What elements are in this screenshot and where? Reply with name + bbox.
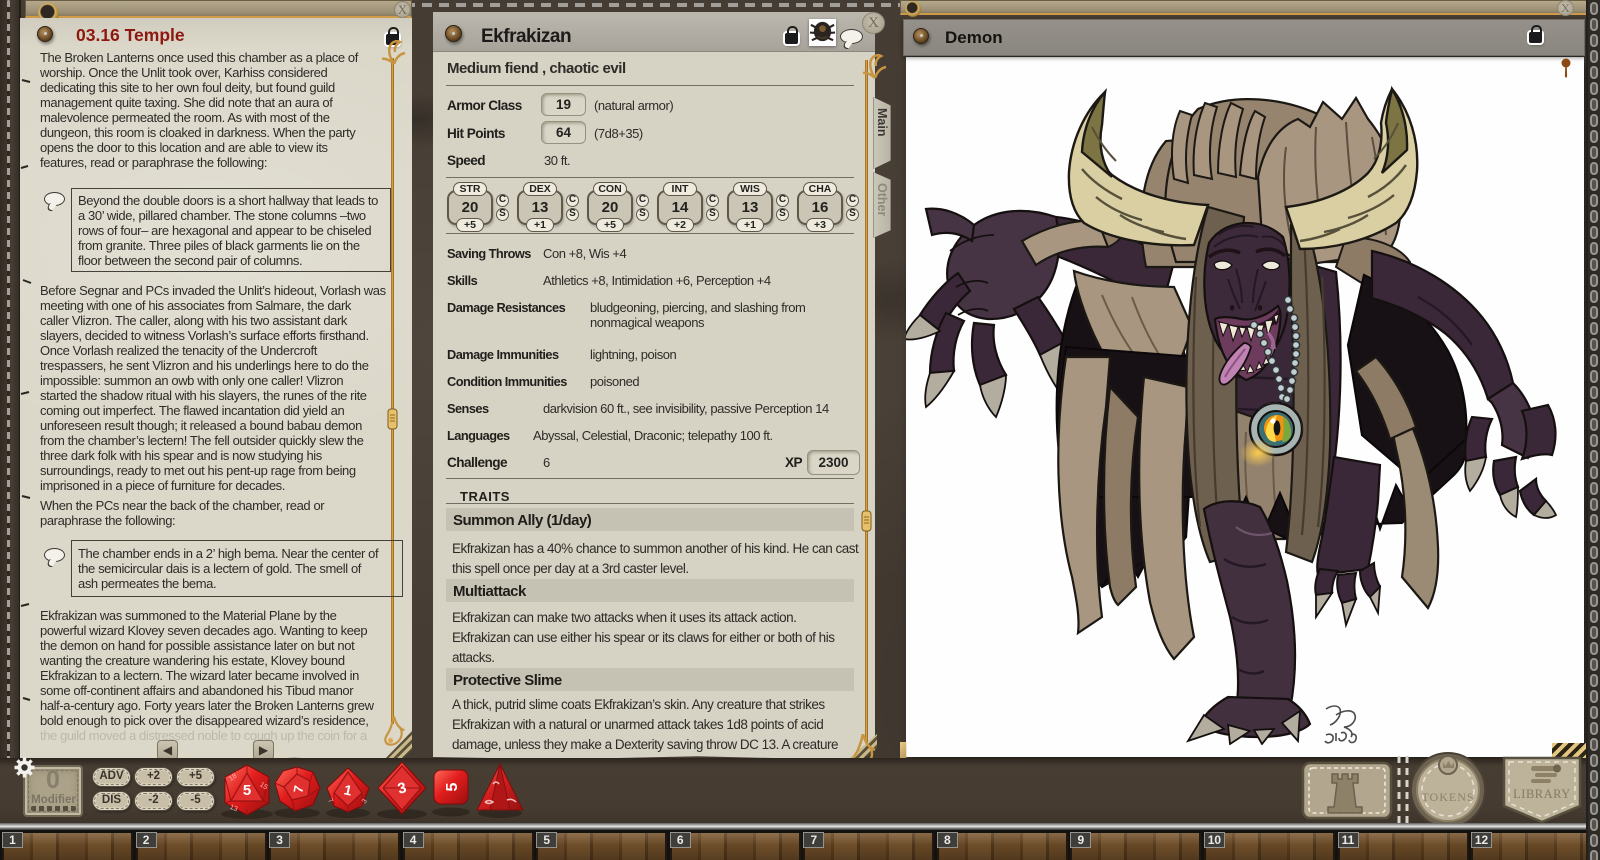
svg-text:LIBRARY: LIBRARY	[1513, 787, 1571, 801]
svg-text:TOKENS: TOKENS	[1421, 790, 1474, 804]
svg-text:5: 5	[243, 782, 251, 799]
svg-text:5: 5	[444, 782, 461, 791]
